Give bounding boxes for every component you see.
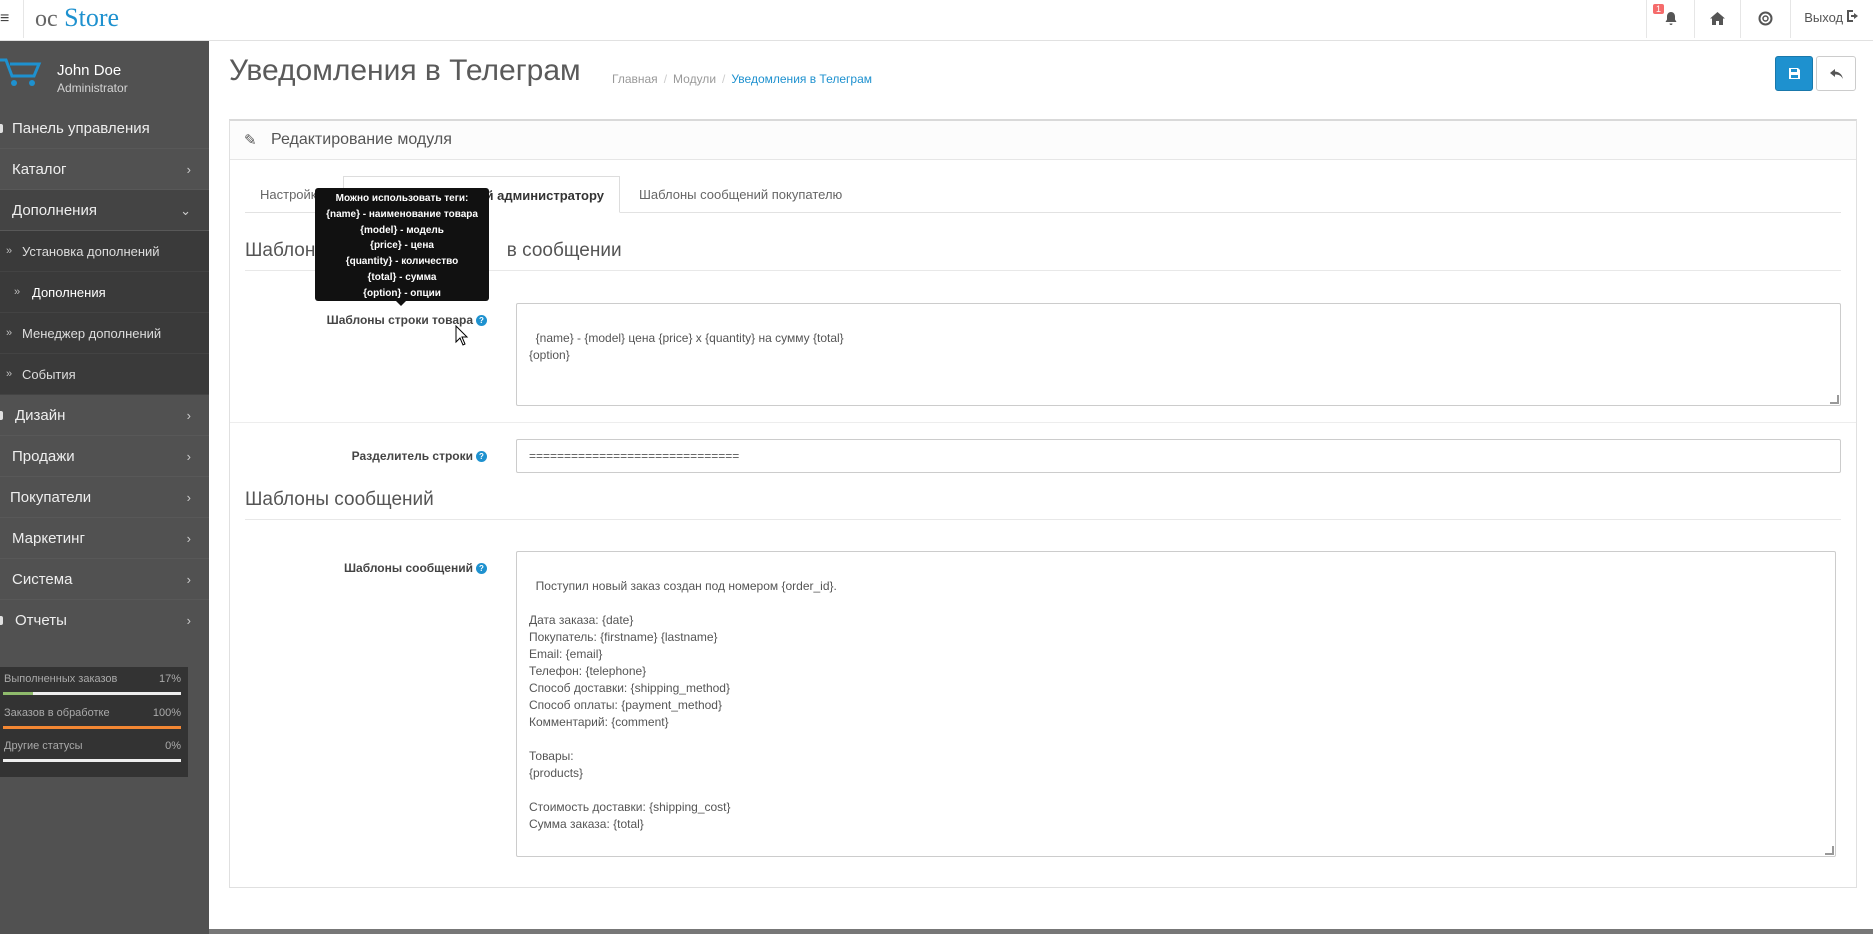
sidebar-item-sales[interactable]: Продажи › bbox=[0, 436, 209, 477]
progress-fill bbox=[3, 726, 181, 729]
panel-heading: ✎ Редактирование модуля bbox=[230, 121, 1856, 160]
chevron-right-icon: › bbox=[186, 449, 191, 464]
logout-button[interactable]: Выход bbox=[1790, 0, 1873, 38]
user-profile[interactable]: John Doe Administrator bbox=[0, 41, 209, 101]
stat-other: Другие статусы 0% bbox=[3, 737, 181, 767]
help-icon[interactable]: ? bbox=[476, 563, 487, 574]
notification-badge: 1 bbox=[1653, 4, 1665, 14]
sidebar-item-dashboard[interactable]: Панель управления bbox=[0, 108, 209, 149]
sidebar-subitem-manager[interactable]: » Менеджер дополнений bbox=[0, 313, 209, 354]
dashboard-icon bbox=[0, 124, 3, 133]
sidebar-item-catalog[interactable]: Каталог › bbox=[0, 149, 209, 190]
order-stats: Выполненных заказов 17% Заказов в обрабо… bbox=[0, 667, 188, 777]
stat-processing: Заказов в обработке 100% bbox=[3, 704, 181, 734]
home-icon bbox=[1710, 12, 1725, 25]
chevron-right-icon: › bbox=[186, 613, 191, 628]
profile-role: Administrator bbox=[57, 81, 128, 95]
design-icon bbox=[0, 411, 3, 420]
pencil-icon: ✎ bbox=[244, 132, 257, 149]
top-header: ≡ oc Store 1 Выход bbox=[0, 0, 1873, 41]
notifications-button[interactable]: 1 bbox=[1646, 0, 1694, 38]
sidebar-item-system[interactable]: Система › bbox=[0, 559, 209, 600]
chevron-right-icon: › bbox=[186, 490, 191, 505]
sidebar-item-reports[interactable]: Отчеты › bbox=[0, 600, 209, 641]
logo[interactable]: oc Store bbox=[35, 3, 119, 33]
stat-completed: Выполненных заказов 17% bbox=[3, 670, 181, 700]
section-title-messages: Шаблоны сообщений bbox=[245, 489, 1841, 520]
help-button[interactable] bbox=[1740, 0, 1790, 38]
resize-handle[interactable] bbox=[1825, 846, 1834, 855]
progress-fill bbox=[3, 692, 34, 695]
breadcrumb-modules[interactable]: Модули bbox=[673, 72, 716, 86]
double-chevron-icon: » bbox=[6, 245, 13, 257]
sign-out-icon bbox=[1846, 10, 1858, 22]
tooltip-arrow bbox=[396, 301, 406, 306]
separator-input[interactable]: ============================== bbox=[516, 439, 1841, 473]
product-row-template-textarea[interactable]: {name} - {model} цена {price} x {quantit… bbox=[516, 303, 1841, 406]
sidebar-subitem-installer[interactable]: » Установка дополнений bbox=[0, 231, 209, 272]
double-chevron-icon: » bbox=[6, 368, 13, 380]
menu-toggle-icon[interactable]: ≡ bbox=[0, 0, 24, 38]
double-chevron-icon: » bbox=[6, 327, 13, 339]
help-tooltip: Можно использовать теги: {name} - наимен… bbox=[315, 188, 489, 301]
back-button[interactable] bbox=[1816, 56, 1856, 91]
separator-label: Разделитель строки? bbox=[300, 449, 487, 463]
progress-track bbox=[3, 726, 181, 729]
profile-name: John Doe bbox=[57, 62, 122, 79]
bell-icon bbox=[1665, 12, 1676, 25]
reports-icon bbox=[0, 616, 3, 625]
sidebar: John Doe Administrator Панель управления… bbox=[0, 41, 209, 934]
progress-track bbox=[3, 692, 181, 695]
sidebar-subitem-extensions[interactable]: » Дополнения bbox=[0, 272, 209, 313]
sidebar-item-design[interactable]: Дизайн › bbox=[0, 395, 209, 436]
divider bbox=[230, 422, 1856, 423]
chevron-right-icon: › bbox=[186, 162, 191, 177]
double-chevron-icon: » bbox=[14, 286, 21, 298]
cart-logo-icon bbox=[0, 58, 42, 86]
save-button[interactable] bbox=[1775, 56, 1813, 91]
sidebar-item-customers[interactable]: Покупатели › bbox=[0, 477, 209, 518]
lifebuoy-icon bbox=[1758, 11, 1773, 26]
help-icon[interactable]: ? bbox=[476, 315, 487, 326]
breadcrumb-home[interactable]: Главная bbox=[612, 72, 658, 86]
breadcrumb-current[interactable]: Уведомления в Телеграм bbox=[731, 72, 872, 86]
help-icon[interactable]: ? bbox=[476, 451, 487, 462]
home-button[interactable] bbox=[1694, 0, 1740, 38]
reply-icon bbox=[1829, 69, 1843, 79]
chevron-right-icon: › bbox=[186, 408, 191, 423]
messages-label: Шаблоны сообщений? bbox=[300, 561, 487, 575]
tab-customer-templates[interactable]: Шаблоны сообщений покупателю bbox=[639, 176, 842, 213]
breadcrumb: Главная / Модули / Уведомления в Телеграм bbox=[612, 72, 873, 86]
chevron-right-icon: › bbox=[186, 572, 191, 587]
page-title: Уведомления в Телеграм bbox=[229, 54, 581, 87]
resize-handle[interactable] bbox=[1830, 395, 1839, 404]
mouse-cursor-icon bbox=[455, 325, 469, 346]
sidebar-item-marketing[interactable]: Маркетинг › bbox=[0, 518, 209, 559]
chevron-down-icon: ⌄ bbox=[180, 203, 191, 218]
scrollbar-edge bbox=[209, 929, 1873, 934]
chevron-right-icon: › bbox=[186, 531, 191, 546]
sidebar-item-extensions[interactable]: Дополнения ⌄ bbox=[0, 190, 209, 231]
sidebar-subitem-events[interactable]: » События bbox=[0, 354, 209, 395]
message-template-textarea[interactable]: Поступил новый заказ создан под номером … bbox=[516, 551, 1836, 857]
floppy-icon bbox=[1788, 68, 1800, 79]
progress-track bbox=[3, 759, 181, 762]
